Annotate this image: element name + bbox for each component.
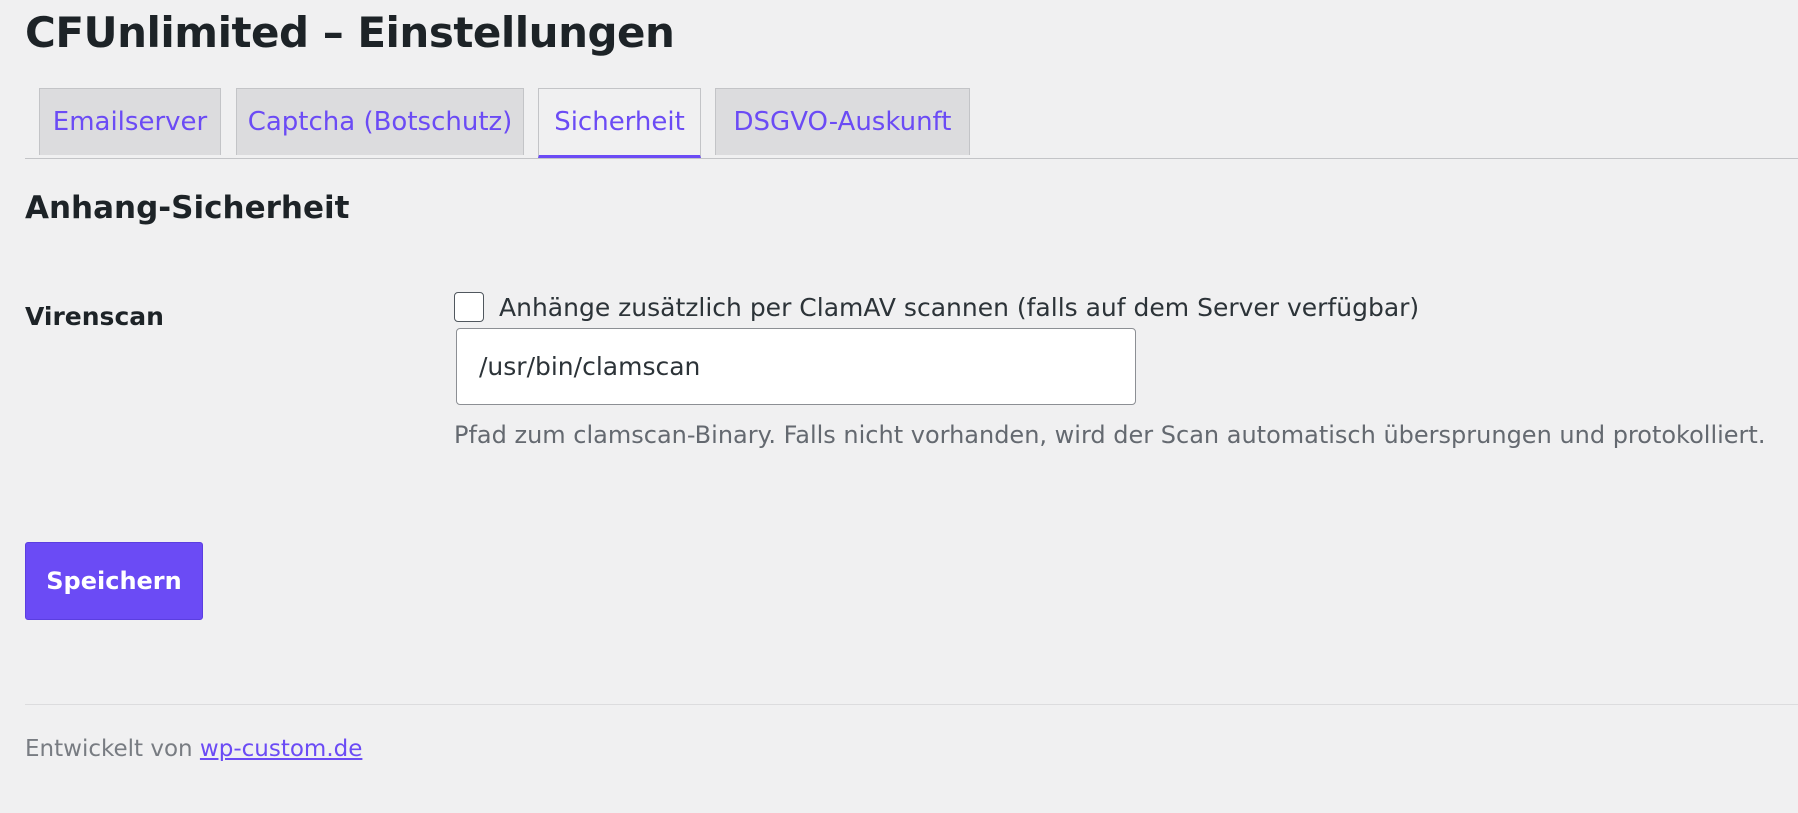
tab-captcha[interactable]: Captcha (Botschutz) (236, 88, 524, 155)
clamscan-path-input[interactable] (456, 328, 1136, 405)
footer-divider (25, 704, 1798, 705)
clamav-checkbox[interactable] (454, 292, 484, 322)
tab-sicherheit[interactable]: Sicherheit (538, 88, 701, 158)
virus-scan-label: Virenscan (25, 302, 164, 331)
tab-dsgvo-auskunft[interactable]: DSGVO-Auskunft (715, 88, 970, 155)
footer-prefix: Entwickelt von (25, 736, 200, 762)
tab-emailserver[interactable]: Emailserver (39, 88, 221, 155)
clamav-checkbox-row[interactable]: Anhänge zusätzlich per ClamAV scannen (f… (454, 292, 1419, 322)
settings-tabs: Emailserver Captcha (Botschutz) Sicherhe… (25, 88, 1798, 159)
clamav-checkbox-label[interactable]: Anhänge zusätzlich per ClamAV scannen (f… (499, 293, 1419, 322)
section-title: Anhang-Sicherheit (25, 190, 350, 226)
save-button[interactable]: Speichern (25, 542, 203, 620)
footer-link[interactable]: wp-custom.de (200, 736, 362, 762)
page-title: CFUnlimited – Einstellungen (25, 8, 675, 57)
footer: Entwickelt von wp-custom.de (25, 736, 362, 762)
clamscan-path-description: Pfad zum clamscan-Binary. Falls nicht vo… (454, 421, 1766, 449)
